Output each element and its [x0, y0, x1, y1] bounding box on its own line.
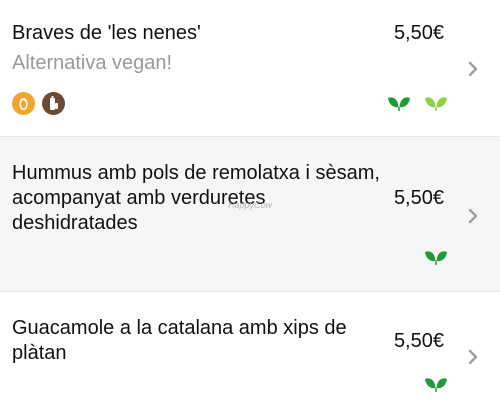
- menu-item-subtitle: Alternativa vegan!: [12, 52, 173, 74]
- vegetarian-leaf-icon: [425, 97, 447, 111]
- menu-item-price: 5,50€: [393, 22, 444, 44]
- menu-item-name: Braves de 'les nenes': [12, 22, 201, 44]
- watermark: HappyCow: [228, 200, 273, 210]
- allergen-icons: [12, 92, 68, 116]
- chevron-right-icon: [468, 349, 478, 365]
- allergen-icon: [42, 92, 66, 115]
- chevron-right-icon: [468, 208, 478, 224]
- diet-icons: [378, 95, 448, 113]
- chevron-right-icon: [468, 61, 478, 77]
- vegan-leaf-icon: [425, 251, 447, 265]
- menu-item-braves[interactable]: Braves de 'les nenes' Alternativa vegan!…: [0, 0, 500, 137]
- diet-icons: [415, 249, 448, 267]
- egg-icon: [12, 92, 35, 115]
- menu-item-guacamole[interactable]: Guacamole a la catalana amb xips de plàt…: [0, 292, 500, 414]
- menu-item-name: Guacamole a la catalana amb xips de plàt…: [12, 317, 347, 364]
- vegan-leaf-icon: [425, 378, 447, 392]
- menu-item-name: Hummus amb pols de remolatxa i sèsam, ac…: [12, 162, 380, 234]
- menu-item-price: 5,50€: [393, 187, 444, 209]
- vegan-leaf-icon: [387, 97, 410, 111]
- menu-list: Braves de 'les nenes' Alternativa vegan!…: [0, 0, 500, 414]
- menu-item-hummus[interactable]: Hummus amb pols de remolatxa i sèsam, ac…: [0, 137, 500, 292]
- menu-item-price: 5,50€: [393, 330, 444, 352]
- diet-icons: [415, 376, 448, 394]
